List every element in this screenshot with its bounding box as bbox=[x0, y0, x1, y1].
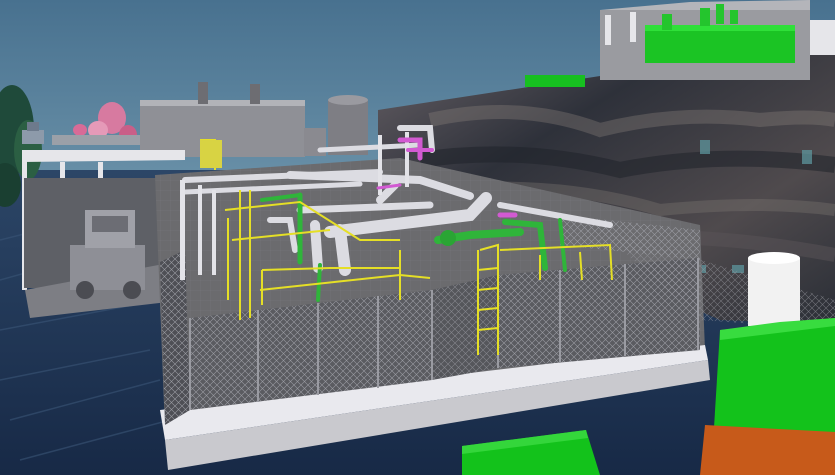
valve bbox=[440, 230, 456, 246]
background-building bbox=[140, 102, 305, 157]
plant-scene bbox=[0, 0, 835, 475]
plant-3d-viewport[interactable] bbox=[0, 0, 835, 475]
equipment-yellow bbox=[200, 140, 222, 168]
tank-icon bbox=[748, 252, 800, 326]
